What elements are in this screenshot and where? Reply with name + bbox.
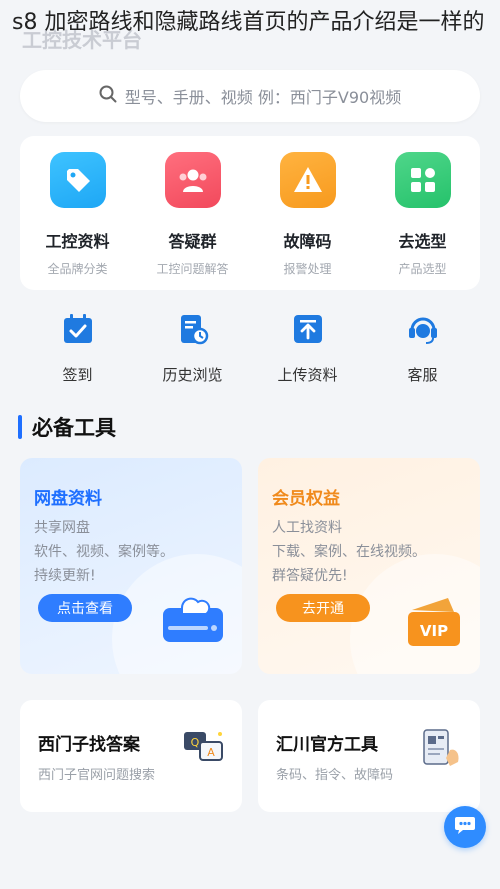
section-title: 必备工具 bbox=[32, 416, 116, 440]
promo-card-wangpan[interactable]: 网盘资料 共享网盘 软件、视频、案例等。 持续更新! 点击查看 bbox=[20, 458, 242, 674]
tool-label: 上传资料 bbox=[277, 366, 338, 384]
promo-line: 下载、案例、在线视频。 bbox=[272, 544, 426, 560]
group-icon bbox=[164, 152, 221, 208]
promo-line: 持续更新! bbox=[34, 568, 96, 584]
chat-bubble-button[interactable] bbox=[444, 806, 486, 848]
history-icon bbox=[176, 312, 210, 350]
quick-nav-label: 故障码 bbox=[283, 232, 332, 251]
barcode-tool-icon bbox=[420, 728, 464, 774]
card-siemens-answers[interactable]: 西门子找答案 西门子官网问题搜索 QA bbox=[20, 700, 242, 812]
card-sub: 西门子官网问题搜索 bbox=[38, 768, 156, 783]
quick-nav-sub: 工控问题解答 bbox=[156, 262, 229, 276]
quick-nav-dayiqun[interactable]: 答疑群 工控问题解答 bbox=[138, 152, 248, 277]
quick-nav-label: 答疑群 bbox=[168, 232, 217, 251]
svg-text:Q: Q bbox=[191, 736, 200, 749]
caption-text: s8 加密路线和隐藏路线首页的产品介绍是一样的 bbox=[12, 10, 485, 35]
chat-bubble-icon bbox=[453, 815, 477, 839]
promo-line: 软件、视频、案例等。 bbox=[34, 544, 174, 560]
tool-label: 客服 bbox=[407, 366, 438, 384]
grid-icon bbox=[394, 152, 451, 208]
vip-badge-text: VIP bbox=[420, 622, 448, 640]
promo-title: 会员权益 bbox=[272, 489, 340, 509]
card-title: 汇川官方工具 bbox=[276, 735, 378, 755]
promo-lines: 共享网盘 软件、视频、案例等。 持续更新! bbox=[34, 516, 174, 588]
promo-line: 群答疑优先! bbox=[272, 568, 348, 584]
quick-nav-label: 工控资料 bbox=[45, 232, 110, 251]
tool-shangchuan[interactable]: 上传资料 bbox=[253, 312, 363, 392]
tag-icon bbox=[49, 152, 106, 208]
card-inovance-tools[interactable]: 汇川官方工具 条码、指令、故障码 bbox=[258, 700, 480, 812]
quick-nav-label: 去选型 bbox=[398, 232, 447, 251]
quick-nav-xuanxing[interactable]: 去选型 产品选型 bbox=[368, 152, 478, 277]
tool-label: 签到 bbox=[62, 366, 93, 384]
tool-kefu[interactable]: 客服 bbox=[368, 312, 478, 392]
view-button[interactable]: 点击查看 bbox=[38, 594, 132, 622]
promo-line: 共享网盘 bbox=[34, 520, 90, 536]
svg-text:A: A bbox=[207, 746, 215, 759]
calendar-check-icon bbox=[61, 312, 95, 350]
upload-icon bbox=[291, 312, 325, 350]
section-accent-bar bbox=[18, 415, 22, 439]
quick-nav-card: 工控资料 全品牌分类 答疑群 工控问题解答 故障码 报警处理 去选型 产品选型 bbox=[20, 136, 480, 290]
cloud-drive-icon bbox=[160, 586, 226, 652]
activate-button[interactable]: 去开通 bbox=[276, 594, 370, 622]
quick-nav-sub: 产品选型 bbox=[398, 262, 447, 276]
promo-card-vip[interactable]: 会员权益 人工找资料 下载、案例、在线视频。 群答疑优先! 去开通 VIP bbox=[258, 458, 480, 674]
search-icon bbox=[99, 85, 117, 107]
promo-title: 网盘资料 bbox=[34, 489, 102, 509]
card-title: 西门子找答案 bbox=[38, 735, 140, 755]
tool-label: 历史浏览 bbox=[162, 366, 223, 384]
promo-line: 人工找资料 bbox=[272, 520, 342, 536]
section-header: 必备工具 bbox=[18, 412, 116, 442]
quick-nav-guzhangma[interactable]: 故障码 报警处理 bbox=[253, 152, 363, 277]
quick-nav-ziliao[interactable]: 工控资料 全品牌分类 bbox=[23, 152, 133, 277]
tool-lishi[interactable]: 历史浏览 bbox=[138, 312, 248, 392]
search-placeholder: 型号、手册、视频 例：西门子V90视频 bbox=[124, 88, 402, 107]
vip-card-icon: VIP bbox=[404, 596, 464, 652]
quick-nav-sub: 全品牌分类 bbox=[47, 262, 108, 276]
card-sub: 条码、指令、故障码 bbox=[276, 768, 394, 783]
headset-icon bbox=[406, 312, 440, 350]
tools-row: 签到 历史浏览 上传资料 客服 bbox=[20, 312, 480, 392]
promo-lines: 人工找资料 下载、案例、在线视频。 群答疑优先! bbox=[272, 516, 426, 588]
search-bar[interactable]: 型号、手册、视频 例：西门子V90视频 bbox=[20, 70, 480, 122]
tool-qiandao[interactable]: 签到 bbox=[23, 312, 133, 392]
quick-nav-sub: 报警处理 bbox=[283, 262, 332, 276]
warning-icon bbox=[279, 152, 336, 208]
qa-chat-icon: QA bbox=[182, 728, 226, 772]
